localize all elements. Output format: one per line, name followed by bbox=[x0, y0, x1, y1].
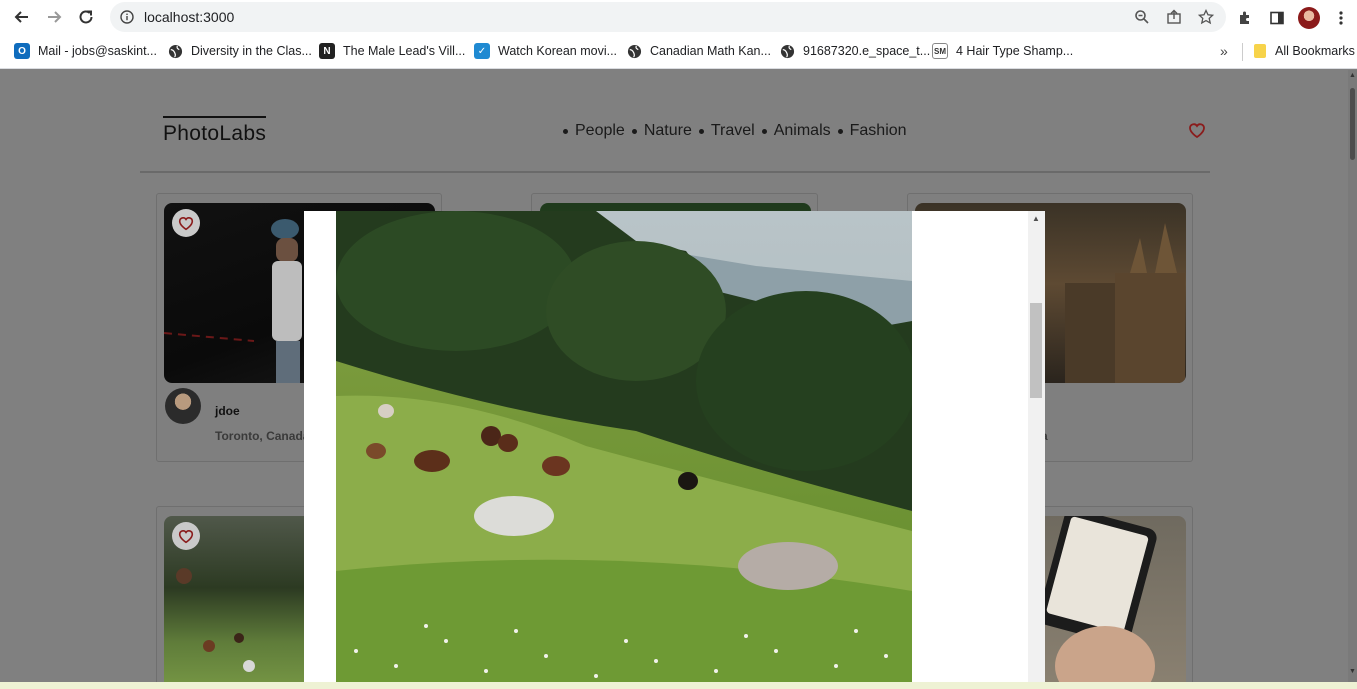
all-bookmarks-label: All Bookmarks bbox=[1275, 44, 1355, 58]
bookmark-label: Canadian Math Kan... bbox=[650, 44, 771, 58]
bookmark-label: Mail - jobs@saskint... bbox=[38, 44, 157, 58]
page-scrollbar[interactable] bbox=[1348, 70, 1357, 682]
topic-label: Fashion bbox=[849, 122, 907, 139]
bullet bbox=[698, 128, 704, 134]
globe-icon bbox=[779, 43, 795, 59]
folder-icon bbox=[1254, 44, 1266, 58]
bookmark-item[interactable]: Diversity in the Clas... bbox=[167, 43, 312, 59]
bookmarks-bar: O Mail - jobs@saskint... Diversity in th… bbox=[0, 35, 1357, 69]
modal-photo[interactable] bbox=[336, 211, 912, 682]
bookmark-item[interactable]: ✓ Watch Korean movi... bbox=[474, 43, 617, 59]
bullet bbox=[631, 128, 637, 134]
user-name: jdoe bbox=[215, 404, 240, 418]
site-info-icon[interactable] bbox=[110, 10, 144, 24]
user-avatar bbox=[165, 388, 201, 424]
outlook-icon: O bbox=[14, 43, 30, 59]
n-icon: N bbox=[319, 43, 335, 59]
bookmark-label: Watch Korean movi... bbox=[498, 44, 618, 58]
share-icon[interactable] bbox=[1162, 5, 1186, 29]
profile-avatar[interactable] bbox=[1293, 2, 1325, 34]
topic-fashion[interactable]: Fashion bbox=[831, 122, 907, 140]
browser-toolbar: localhost:3000 bbox=[0, 0, 1357, 35]
globe-icon bbox=[167, 43, 183, 59]
forward-arrow-icon[interactable] bbox=[38, 1, 70, 33]
reload-icon[interactable] bbox=[70, 1, 102, 33]
bookmark-item[interactable]: N The Male Lead's Vill... bbox=[319, 43, 465, 59]
globe-icon bbox=[626, 43, 642, 59]
bookmarks-divider bbox=[1242, 43, 1243, 61]
bookmark-label: Diversity in the Clas... bbox=[191, 44, 312, 58]
topic-label: Animals bbox=[773, 122, 831, 139]
scroll-down-arrow-icon[interactable]: ▼ bbox=[1349, 668, 1356, 675]
topic-people[interactable]: People bbox=[556, 122, 625, 140]
modal-scrollbar-thumb[interactable] bbox=[1030, 303, 1042, 398]
topic-label: People bbox=[575, 122, 625, 139]
bookmark-label: The Male Lead's Vill... bbox=[343, 44, 466, 58]
scroll-up-arrow-icon[interactable]: ▲ bbox=[1349, 72, 1356, 79]
bottom-strip bbox=[0, 682, 1357, 689]
modal-scrollbar[interactable] bbox=[1028, 211, 1045, 682]
topic-list: People Nature Travel Animals Fashion bbox=[556, 122, 907, 140]
zoom-icon[interactable] bbox=[1130, 5, 1154, 29]
bullet bbox=[563, 128, 568, 134]
bookmark-item[interactable]: 91687320.e_space_t... bbox=[779, 43, 930, 59]
bookmark-item[interactable]: Canadian Math Kan... bbox=[626, 43, 771, 59]
bookmark-star-icon[interactable] bbox=[1194, 5, 1218, 29]
page-scrollbar-thumb[interactable] bbox=[1350, 88, 1355, 160]
address-bar[interactable]: localhost:3000 bbox=[110, 2, 1226, 32]
bookmark-item[interactable]: SM 4 Hair Type Shamp... bbox=[932, 43, 1073, 59]
kebab-menu-icon[interactable] bbox=[1325, 2, 1357, 34]
url-text[interactable]: localhost:3000 bbox=[144, 9, 234, 25]
more-bookmarks-icon[interactable]: » bbox=[1220, 43, 1228, 59]
favourite-heart-icon[interactable] bbox=[172, 522, 200, 550]
extensions-icon[interactable] bbox=[1229, 2, 1261, 34]
back-arrow-icon[interactable] bbox=[6, 1, 38, 33]
topic-nature[interactable]: Nature bbox=[625, 122, 692, 140]
bookmark-item[interactable]: O Mail - jobs@saskint... bbox=[14, 43, 157, 59]
bullet bbox=[761, 128, 767, 134]
all-bookmarks-button[interactable]: All Bookmarks bbox=[1254, 44, 1355, 58]
sm-icon: SM bbox=[932, 43, 948, 59]
modal-scroll-up-arrow-icon[interactable]: ▲ bbox=[1032, 214, 1040, 223]
topic-label: Travel bbox=[710, 122, 755, 139]
bookmark-label: 4 Hair Type Shamp... bbox=[956, 44, 1074, 58]
favourite-heart-icon[interactable] bbox=[172, 209, 200, 237]
side-panel-icon[interactable] bbox=[1261, 2, 1293, 34]
topic-animals[interactable]: Animals bbox=[755, 122, 831, 140]
check-icon: ✓ bbox=[474, 43, 490, 59]
bullet bbox=[837, 128, 843, 134]
topic-travel[interactable]: Travel bbox=[692, 122, 755, 140]
nav-divider bbox=[140, 171, 1210, 173]
topic-label: Nature bbox=[643, 122, 692, 139]
bookmark-label: 91687320.e_space_t... bbox=[803, 44, 931, 58]
favourites-heart-icon[interactable] bbox=[1187, 120, 1207, 140]
logo[interactable]: PhotoLabs bbox=[163, 116, 267, 146]
user-location: Toronto, Canada bbox=[215, 429, 310, 443]
